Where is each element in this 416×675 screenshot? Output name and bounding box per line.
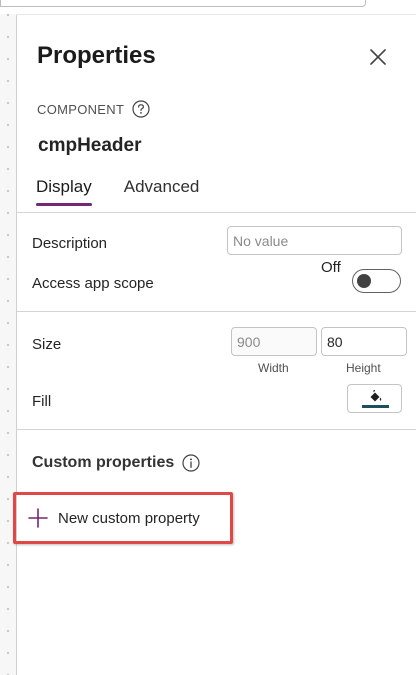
tab-advanced[interactable]: Advanced xyxy=(124,177,200,207)
panel-tabs: Display Advanced xyxy=(36,177,199,207)
tab-display[interactable]: Display xyxy=(36,177,92,207)
plus-icon xyxy=(28,508,48,528)
access-app-scope-label: Access app scope xyxy=(32,275,154,292)
formula-bar-edge xyxy=(0,0,366,7)
component-name: cmpHeader xyxy=(38,135,142,156)
width-input[interactable] xyxy=(231,327,317,356)
info-icon[interactable] xyxy=(182,454,200,472)
canvas-left-rail xyxy=(0,0,17,675)
height-caption: Height xyxy=(346,361,381,375)
description-input[interactable] xyxy=(227,226,402,255)
component-type-label: COMPONENT xyxy=(37,101,125,117)
section-divider xyxy=(17,311,416,312)
top-toolbar-edge xyxy=(0,0,416,15)
close-icon xyxy=(370,49,386,65)
fill-label: Fill xyxy=(32,393,52,410)
paint-bucket-icon xyxy=(362,389,389,408)
description-label: Description xyxy=(32,235,108,252)
access-app-scope-state: Off xyxy=(321,259,341,276)
toggle-knob xyxy=(357,274,371,288)
close-button[interactable] xyxy=(366,45,390,69)
new-custom-property-button[interactable]: New custom property xyxy=(28,503,200,533)
component-type-row: COMPONENT xyxy=(37,99,150,119)
new-custom-property-label: New custom property xyxy=(58,509,200,527)
section-divider xyxy=(17,212,416,213)
access-app-scope-toggle[interactable] xyxy=(352,269,401,293)
fill-color-button[interactable] xyxy=(347,384,402,413)
custom-properties-title: Custom properties xyxy=(32,454,175,471)
question-circle-icon[interactable] xyxy=(132,100,150,118)
height-input[interactable] xyxy=(321,327,407,356)
properties-panel: Properties COMPONENT cmpHeader Display A… xyxy=(13,15,416,675)
custom-properties-header: Custom properties xyxy=(32,454,200,472)
panel-title: Properties xyxy=(37,42,156,69)
width-caption: Width xyxy=(258,361,289,375)
size-label: Size xyxy=(32,336,62,353)
section-divider xyxy=(17,429,416,430)
